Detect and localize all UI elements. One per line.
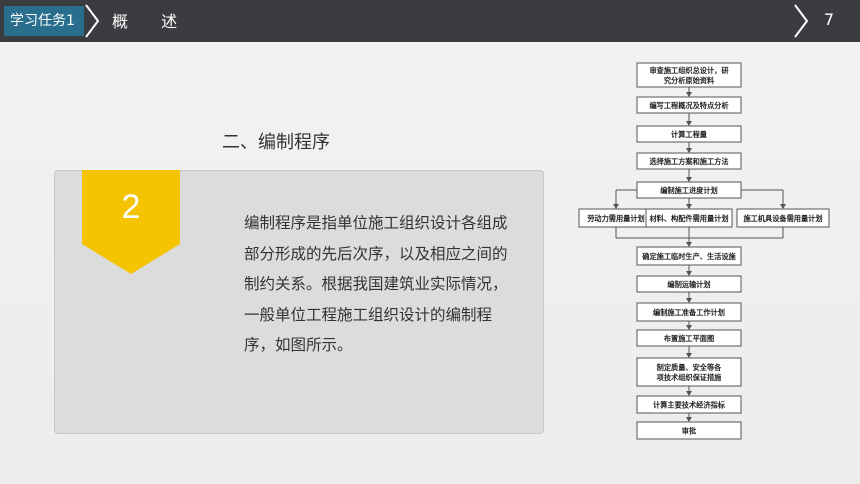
flow-step-label: 选择施工方案和施工方法 <box>649 157 728 166</box>
flow-arrow <box>780 204 786 209</box>
flowchart: 审查施工组织总设计，研究分析原始资料编写工程概况及特点分析计算工程量选择施工方案… <box>578 62 830 440</box>
flow-step-label: 审批 <box>682 427 697 436</box>
flow-step-label: 编制施工进度计划 <box>660 186 718 195</box>
flow-step-label: 审查施工组织总设计，研 <box>649 66 729 75</box>
flow-arrow <box>686 417 692 422</box>
flow-arrow <box>613 204 619 209</box>
flow-step-label: 布置施工平面图 <box>664 334 714 343</box>
flow-arrow <box>686 391 692 396</box>
flow-arrow <box>686 121 692 126</box>
flow-arrow <box>686 325 692 330</box>
flow-arrow <box>686 271 692 276</box>
flow-arrow <box>686 148 692 153</box>
flow-arrow <box>686 204 692 209</box>
flow-step-label: 劳动力需用量计划 <box>587 214 645 223</box>
flow-arrow <box>686 92 692 97</box>
flow-arrow <box>686 353 692 358</box>
flow-arrow <box>686 242 692 247</box>
flow-step-label: 项技术组织保证措施 <box>657 373 723 382</box>
flow-step-label: 究分析原始资料 <box>664 76 715 85</box>
flow-step-label: 计算工程量 <box>671 130 708 139</box>
flow-arrow <box>686 298 692 303</box>
flow-step-label: 编写工程概况及特点分析 <box>649 101 729 110</box>
flow-step-label: 编制运输计划 <box>667 280 710 289</box>
flow-step-label: 制定质量、安全等各 <box>657 363 723 372</box>
flow-arrow <box>686 177 692 182</box>
flow-step-label: 施工机具设备需用量计划 <box>743 214 822 223</box>
flow-step-label: 计算主要技术经济指标 <box>653 401 726 410</box>
flow-step-label: 确定施工临时生产、生活设施 <box>642 252 736 261</box>
flow-step-label: 材料、构配件需用量计划 <box>648 214 728 223</box>
flow-step-label: 编制施工准备工作计划 <box>653 308 725 317</box>
